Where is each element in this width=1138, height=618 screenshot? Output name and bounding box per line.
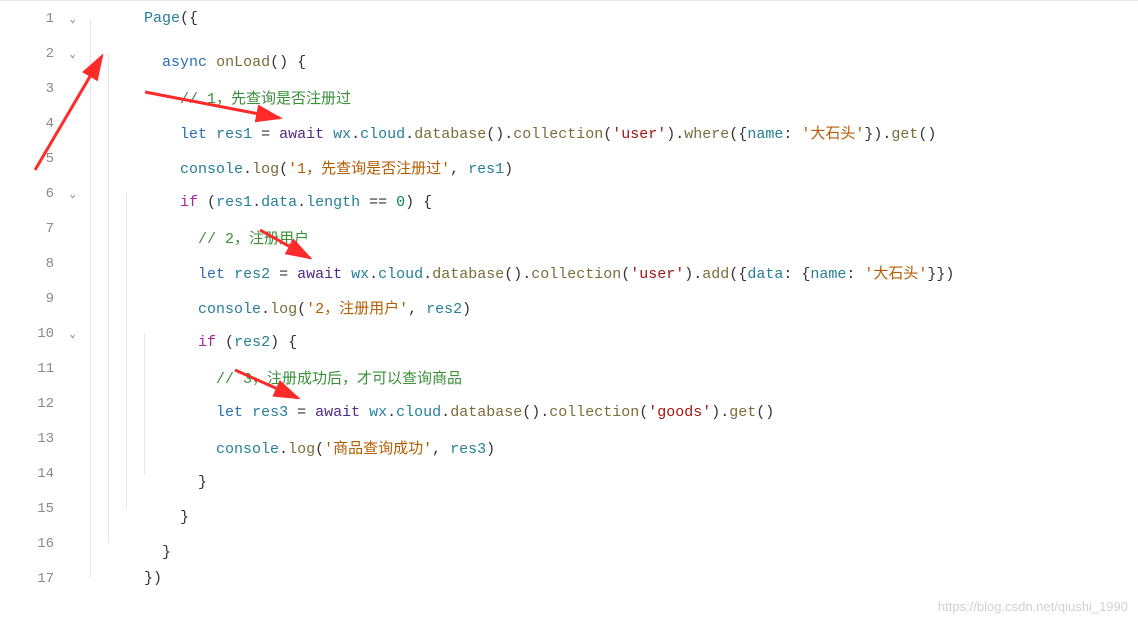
line-number: 9: [0, 291, 60, 307]
line-number: 13: [0, 431, 60, 447]
line-number: 7: [0, 221, 60, 237]
watermark: https://blog.csdn.net/qiushi_1990: [938, 599, 1128, 614]
method: add: [702, 266, 729, 283]
property: data: [747, 266, 783, 283]
number: 0: [396, 194, 405, 211]
line-number: 6 ⌄: [0, 186, 60, 202]
property: name: [810, 266, 846, 283]
line-number: 8: [0, 256, 60, 272]
method: where: [684, 126, 729, 143]
string: '大石头': [801, 126, 864, 143]
line-number: 1 ⌄: [0, 11, 60, 27]
line-number: 14: [0, 466, 60, 482]
variable: res1: [468, 161, 504, 178]
method: collection: [513, 126, 603, 143]
method: get: [891, 126, 918, 143]
code-editor[interactable]: 1 ⌄ Page({ 2 ⌄ async onLoad() { 3 // 1，先…: [0, 0, 1138, 618]
line-number: 10 ⌄: [0, 326, 60, 342]
line-number: 5: [0, 151, 60, 167]
string: '2，注册用户': [306, 301, 408, 318]
line-number: 2 ⌄: [0, 46, 60, 62]
line-number: 16: [0, 536, 60, 552]
method: log: [288, 441, 315, 458]
line-number: 11: [0, 361, 60, 377]
property: name: [747, 126, 783, 143]
line-number: 12: [0, 396, 60, 412]
line-number: 15: [0, 501, 60, 517]
string: '商品查询成功': [324, 441, 432, 458]
string: 'user': [630, 266, 684, 283]
code-line[interactable]: 16 }: [0, 526, 1138, 561]
method: collection: [549, 404, 639, 421]
string: '大石头': [864, 266, 927, 283]
line-number: 3: [0, 81, 60, 97]
line-number: 17: [0, 571, 60, 587]
string: 'user': [612, 126, 666, 143]
method: collection: [531, 266, 621, 283]
line-number: 4: [0, 116, 60, 132]
string: 'goods': [648, 404, 711, 421]
variable: res3: [450, 441, 486, 458]
method: get: [729, 404, 756, 421]
property: length: [306, 194, 360, 211]
variable: res2: [426, 301, 462, 318]
identifier: console: [216, 441, 279, 458]
code-line[interactable]: 17 }): [0, 561, 1138, 596]
